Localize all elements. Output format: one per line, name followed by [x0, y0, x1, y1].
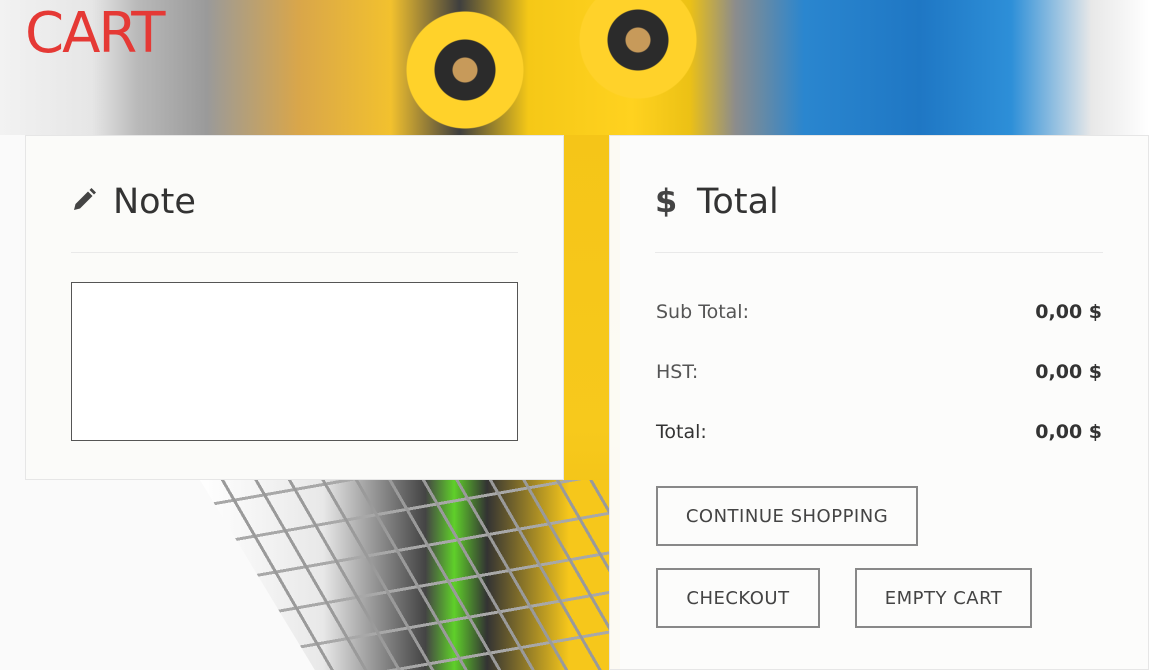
subtotal-row: Sub Total: 0,00 $: [656, 301, 1102, 323]
total-heading: Total: [697, 182, 779, 222]
page-title: CART: [25, 1, 165, 66]
auto-parts-banner: [0, 0, 1149, 135]
wheel-graphic: [405, 10, 525, 130]
subtotal-value: 0,00 $: [1035, 301, 1102, 323]
empty-cart-button[interactable]: EMPTY CART: [855, 568, 1032, 628]
dollar-icon: $: [655, 180, 681, 220]
total-header: $ Total: [655, 180, 1103, 253]
note-textarea[interactable]: [71, 282, 518, 441]
hst-row: HST: 0,00 $: [656, 361, 1102, 383]
note-panel: Note: [25, 135, 564, 480]
shopping-basket-graphic: [200, 480, 610, 670]
note-header: Note: [71, 180, 518, 253]
note-heading: Note: [113, 182, 196, 222]
checkout-button[interactable]: CHECKOUT: [656, 568, 820, 628]
continue-shopping-button[interactable]: CONTINUE SHOPPING: [656, 486, 918, 546]
svg-text:$: $: [655, 182, 677, 218]
hst-label: HST:: [656, 361, 699, 383]
total-label: Total:: [656, 421, 707, 443]
subtotal-label: Sub Total:: [656, 301, 749, 323]
total-row: Total: 0,00 $: [656, 421, 1102, 443]
total-panel: $ Total Sub Total: 0,00 $ HST: 0,00 $ To…: [609, 135, 1149, 670]
total-value: 0,00 $: [1035, 421, 1102, 443]
hst-value: 0,00 $: [1035, 361, 1102, 383]
pencil-icon: [71, 180, 97, 220]
